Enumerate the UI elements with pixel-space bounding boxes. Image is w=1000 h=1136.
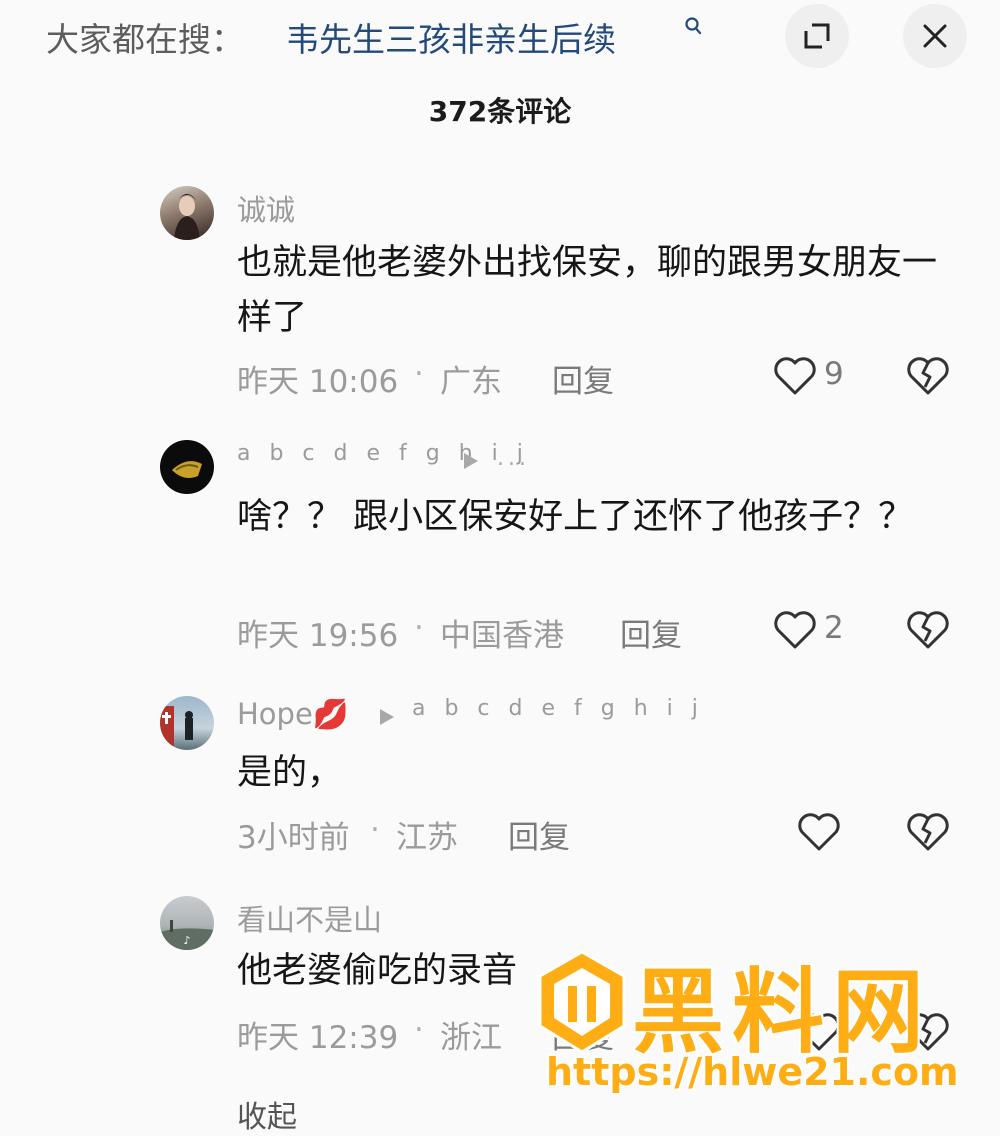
close-icon <box>923 24 947 48</box>
like-count: 2 <box>824 610 844 646</box>
expand-icon <box>804 23 830 49</box>
meta-separator: · <box>414 1012 424 1048</box>
expand-button[interactable] <box>785 4 849 68</box>
avatar-image <box>160 706 193 746</box>
comment-location: 中国香港 <box>440 618 564 654</box>
like-heart-icon[interactable] <box>772 355 818 397</box>
watermark-logo-icon <box>538 950 626 1054</box>
reply-arrow-icon <box>380 709 394 725</box>
comment-username[interactable]: 看山不是山 <box>237 897 382 939</box>
trending-search-link[interactable]: 韦先生三孩非亲生后续 <box>286 13 616 61</box>
avatar[interactable] <box>160 186 214 240</box>
avatar-image: ♪ <box>160 920 214 950</box>
comment-username[interactable]: 诚诚 <box>237 187 295 229</box>
comment-text: 啥？？ 跟小区保安好上了还怀了他孩子？？ <box>237 497 914 537</box>
comment-text: 是的， <box>237 753 343 793</box>
reply-button[interactable]: 回复 <box>508 812 570 857</box>
comment-time: 昨天 10:06 <box>237 364 399 400</box>
collapse-replies-button[interactable]: 收起 <box>237 1092 297 1136</box>
reply-button[interactable]: 回复 <box>620 610 682 655</box>
dislike-broken-heart-icon[interactable] <box>906 811 950 853</box>
trending-search-prefix: 大家都在搜： <box>46 20 244 59</box>
comment-location: 江苏 <box>396 820 458 856</box>
dislike-broken-heart-icon[interactable] <box>906 609 950 651</box>
comment-text: 也就是他老婆外出找保安，聊的跟男女朋友一样了 <box>237 243 938 338</box>
avatar-image <box>172 461 202 478</box>
search-icon[interactable] <box>684 16 702 36</box>
reply-button[interactable]: 回复 <box>552 356 614 401</box>
dislike-broken-heart-icon[interactable] <box>906 355 950 397</box>
svg-text:♪: ♪ <box>183 934 190 947</box>
comment-time: 昨天 12:39 <box>237 1020 399 1056</box>
reply-to-name[interactable]: ... <box>497 446 530 471</box>
meta-separator: · <box>414 610 424 646</box>
comment-location: 广东 <box>440 364 502 400</box>
avatar[interactable] <box>160 440 214 494</box>
watermark-url: https://hlwe21.com <box>546 1050 959 1094</box>
reply-arrow-icon <box>464 453 478 469</box>
reply-to-name[interactable]: a b c d e f g h i j <box>412 696 704 721</box>
top-bar: 大家都在搜： 韦先生三孩非亲生后续 <box>0 0 1000 72</box>
like-heart-icon[interactable] <box>796 811 842 853</box>
meta-separator: · <box>370 812 380 848</box>
avatar-image <box>174 194 200 240</box>
comment-time: 3小时前 <box>237 820 350 856</box>
comment-username[interactable]: Hope💋 <box>237 697 349 732</box>
avatar[interactable] <box>160 696 214 750</box>
meta-separator: · <box>414 356 424 392</box>
comment-username[interactable]: a b c d e f g h i j <box>237 441 529 466</box>
watermark: 黑料网 https://hlwe21.com <box>532 944 1000 1113</box>
avatar[interactable]: ♪ <box>160 896 214 950</box>
comment-location: 浙江 <box>440 1020 502 1056</box>
close-button[interactable] <box>903 4 967 68</box>
comment-count-title: 372条评论 <box>428 95 572 128</box>
like-count: 9 <box>824 356 844 392</box>
like-heart-icon[interactable] <box>772 609 818 651</box>
comment-time: 昨天 19:56 <box>237 618 399 654</box>
